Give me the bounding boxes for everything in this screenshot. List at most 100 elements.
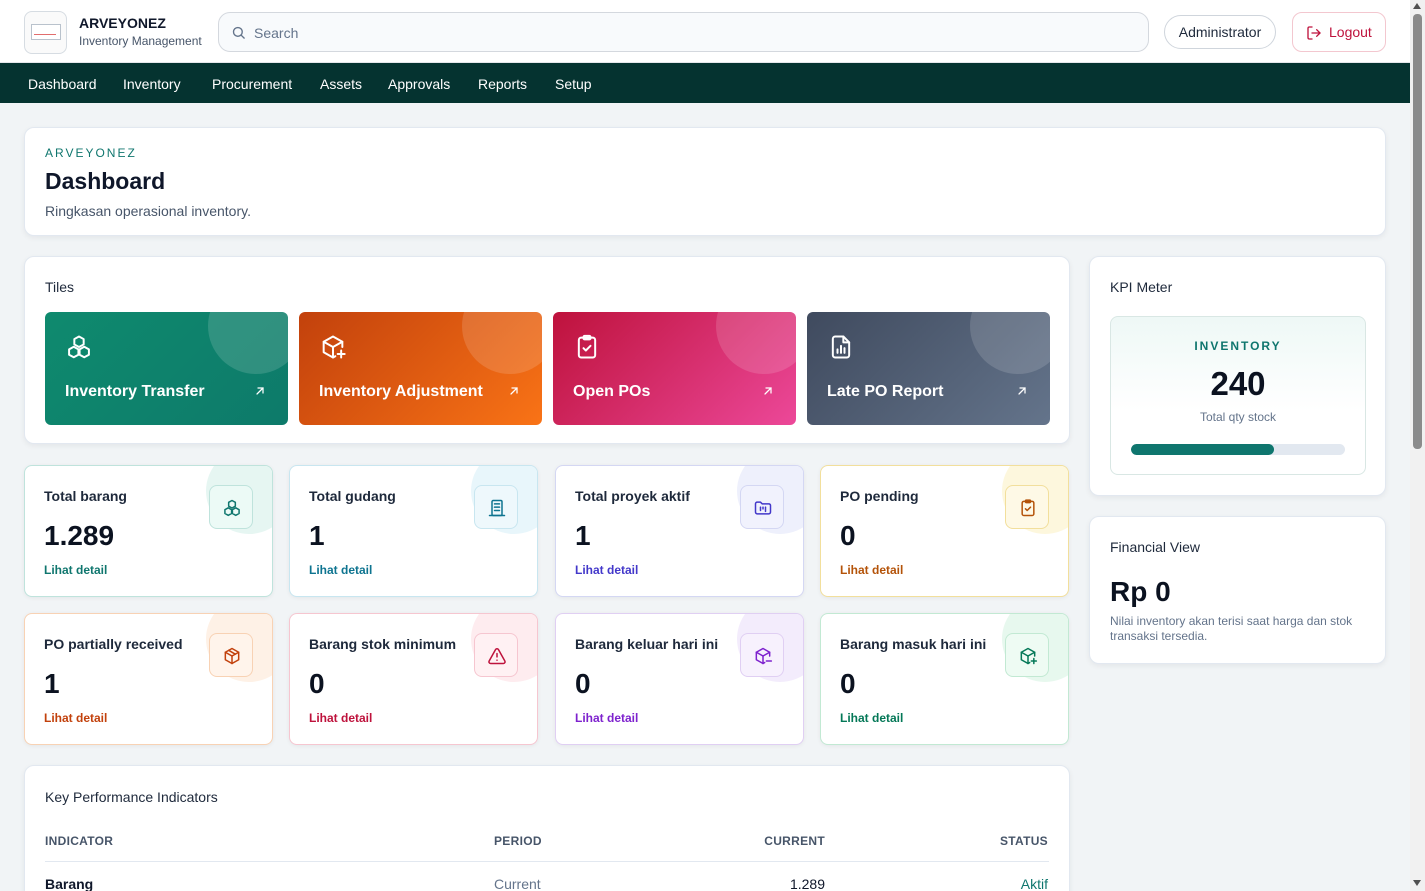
stat-value: 0 [840,520,856,551]
stat-icon-box [209,633,253,677]
stat-detail-link[interactable]: Lihat detail [44,711,107,725]
stat-total-proyek-aktif[interactable]: Total proyek aktif 1 Lihat detail [555,465,804,597]
search-icon [232,26,245,39]
tile-label: Late PO Report [827,383,944,400]
kpi-meter-value: 240 [1210,365,1266,402]
stat-detail-link[interactable]: Lihat detail [840,711,903,725]
stat-label: Barang stok minimum [309,636,457,652]
scroll-down-arrow-icon[interactable] [1413,880,1421,886]
logout-label: Logout [1329,24,1372,40]
search-box[interactable] [218,12,1149,52]
stat-label: Total proyek aktif [575,488,690,504]
stat-barang-masuk-hari-ini[interactable]: Barang masuk hari ini 0 Lihat detail [820,613,1069,745]
stat-value: 1 [44,668,60,699]
stat-detail-link[interactable]: Lihat detail [309,711,372,725]
page-title: Dashboard [45,168,166,194]
nav-assets[interactable]: Assets [320,63,362,103]
stat-value: 0 [575,668,591,699]
nav-inventory[interactable]: Inventory [123,63,181,103]
nav-procurement[interactable]: Procurement [212,63,292,103]
arrow-up-right-icon [510,387,518,395]
clipboard-check-icon [577,334,597,359]
tile-open-pos[interactable]: Open POs [553,312,796,425]
cell-status: Aktif [1020,876,1048,891]
col-header-current: CURRENT [764,834,825,848]
file-chart-icon [831,335,851,359]
cell-period: Current [494,876,541,891]
stat-icon-box [1005,633,1049,677]
scrollbar-thumb[interactable] [1413,14,1422,449]
kpi-meter-progress-fill [1131,444,1275,455]
nav-approvals[interactable]: Approvals [388,63,450,103]
page-scrollbar[interactable] [1410,0,1425,891]
app-logo[interactable] [24,11,67,54]
stat-label: Total gudang [309,488,396,504]
stat-total-gudang[interactable]: Total gudang 1 Lihat detail [289,465,538,597]
tile-late-po-report[interactable]: Late PO Report [807,312,1050,425]
tile-label: Open POs [573,383,651,400]
stat-label: PO pending [840,488,919,504]
stat-icon-box [1005,485,1049,529]
nav-reports[interactable]: Reports [478,63,527,103]
app-subtitle: Inventory Management [79,34,202,48]
stat-value: 0 [309,668,325,699]
cell-current: 1.289 [789,876,825,891]
stat-detail-link[interactable]: Lihat detail [575,711,638,725]
arrow-up-right-icon [1018,387,1026,395]
arrow-up-right-icon [256,387,264,395]
stat-detail-link[interactable]: Lihat detail [44,563,107,577]
page-header-card: ARVEYONEZ Dashboard Ringkasan operasiona… [24,127,1386,236]
kpi-table-title: Key Performance Indicators [45,789,218,805]
stat-barang-stok-minimum[interactable]: Barang stok minimum 0 Lihat detail [289,613,538,745]
col-header-indicator: INDICATOR [45,834,114,848]
stat-icon-box [474,633,518,677]
top-bar: ARVEYONEZ Inventory Management Administr… [0,0,1410,63]
kpi-meter-box: INVENTORY 240 Total qty stock [1110,316,1366,475]
stat-icon-box [209,485,253,529]
scroll-up-arrow-icon[interactable] [1413,3,1421,9]
kpi-meter-subtitle: Total qty stock [1199,410,1277,424]
logout-icon [1307,26,1321,40]
boxes-icon [224,499,240,517]
stat-label: Barang keluar hari ini [575,636,719,652]
nav-setup[interactable]: Setup [555,63,592,103]
stat-label: Total barang [44,488,127,504]
boxes-icon [68,335,90,359]
col-header-period: PERIOD [494,834,542,848]
search-input[interactable] [254,21,1134,45]
kpi-meter-card: KPI Meter INVENTORY 240 Total qty stock [1089,256,1386,496]
kpi-meter-title: KPI Meter [1110,279,1173,295]
cell-indicator: Barang [45,876,94,891]
page-eyebrow: ARVEYONEZ [45,146,137,160]
stat-value: 0 [840,668,856,699]
col-header-status: STATUS [999,834,1048,848]
financial-note: Nilai inventory akan terisi saat harga d… [1110,614,1353,643]
main-nav: Dashboard Inventory Procurement Assets A… [0,63,1410,103]
tile-inventory-adjustment[interactable]: Inventory Adjustment [299,312,542,425]
stat-value: 1.289 [44,520,115,551]
clipboard-check-icon [1021,499,1035,517]
user-role-button[interactable]: Administrator [1164,15,1276,49]
stat-detail-link[interactable]: Lihat detail [840,563,903,577]
stat-detail-link[interactable]: Lihat detail [309,563,372,577]
stat-barang-keluar-hari-ini[interactable]: Barang keluar hari ini 0 Lihat detail [555,613,804,745]
financial-view-title: Financial View [1110,539,1201,555]
stat-po-partially-received[interactable]: PO partially received 1 Lihat detail [24,613,273,745]
table-header-divider [45,861,1049,862]
tile-inventory-transfer[interactable]: Inventory Transfer [45,312,288,425]
kpi-meter-label: INVENTORY [1194,339,1282,353]
stat-total-barang[interactable]: Total barang 1.289 Lihat detail [24,465,273,597]
stat-value: 1 [575,520,591,551]
stat-value: 1 [309,520,325,551]
stat-po-pending[interactable]: PO pending 0 Lihat detail [820,465,1069,597]
tiles-card: Tiles Inventory Transfer Inventory Adjus… [24,256,1070,444]
stat-detail-link[interactable]: Lihat detail [575,563,638,577]
stat-icon-box [740,633,784,677]
logout-button[interactable]: Logout [1292,12,1386,52]
alert-triangle-icon [488,647,506,665]
tiles-title: Tiles [45,279,75,295]
tile-label: Inventory Transfer [65,383,205,400]
nav-dashboard[interactable]: Dashboard [28,63,97,103]
stat-label: Barang masuk hari ini [840,636,987,652]
building-icon [488,499,506,517]
